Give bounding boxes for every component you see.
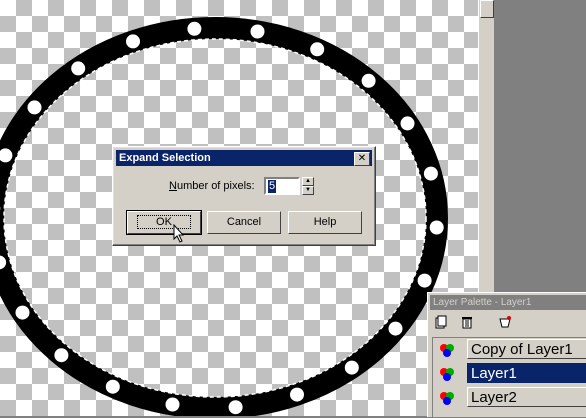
new-layer-icon[interactable] (434, 315, 448, 331)
spin-down-icon[interactable]: ▼ (302, 186, 314, 195)
ring-dot (418, 274, 432, 288)
layer-palette-title[interactable]: Layer Palette - Layer1 (430, 295, 586, 310)
pixels-value: 5 (268, 180, 276, 193)
ring-dot (424, 167, 438, 181)
layer-visibility-icon[interactable] (439, 342, 455, 358)
ring-dot (126, 34, 140, 48)
mouse-cursor-icon (173, 224, 187, 244)
ring-dot (401, 116, 415, 130)
layer-row-selected[interactable]: Layer1 (433, 362, 586, 384)
ring-dot (345, 361, 359, 375)
label-text: umber of pixels: (177, 180, 255, 192)
pixels-field-label: Number of pixels: (169, 180, 255, 192)
ring-dot (290, 388, 304, 402)
layer-visibility-icon[interactable] (439, 366, 455, 382)
layer-name: Copy of Layer1 (467, 339, 586, 359)
vertical-scrollbar[interactable] (478, 0, 495, 292)
cancel-button[interactable]: Cancel (207, 211, 281, 234)
close-icon[interactable]: ✕ (354, 152, 370, 166)
layer-name: Layer1 (467, 363, 586, 383)
layer-visibility-icon[interactable] (439, 390, 455, 406)
help-button[interactable]: Help (288, 211, 362, 234)
ok-button[interactable]: OK (127, 211, 201, 234)
ring-dot (106, 380, 120, 394)
spin-up-icon[interactable]: ▲ (302, 177, 314, 186)
ring-dot (310, 42, 324, 56)
layer-list: Copy of Layer1 Layer1 Layer2 (432, 337, 586, 418)
scroll-thumb[interactable] (480, 0, 494, 18)
layer-row[interactable]: Layer2 (433, 386, 586, 408)
expand-selection-dialog: Expand Selection ✕ Number of pixels: 5 ▲… (112, 146, 376, 246)
ring-dot (16, 306, 30, 320)
pixels-input[interactable]: 5 (264, 177, 300, 195)
pixels-spinner[interactable]: ▲ ▼ (302, 177, 314, 195)
delete-layer-icon[interactable] (460, 315, 474, 331)
layer-palette: Layer Palette - Layer1 Copy of Layer1 La… (427, 292, 586, 417)
ring-dot (229, 400, 243, 414)
dialog-title-bar[interactable]: Expand Selection ✕ (116, 150, 372, 166)
ring-dot (251, 25, 265, 39)
layer-row[interactable]: Copy of Layer1 (433, 338, 586, 360)
workspace-background (494, 0, 586, 292)
ring-dot (54, 348, 68, 362)
ring-dot (166, 398, 180, 412)
ring-dot (71, 61, 85, 75)
ring-dot (362, 74, 376, 88)
ring-dot (28, 100, 42, 114)
layer-name: Layer2 (467, 387, 586, 407)
dialog-title: Expand Selection (119, 152, 211, 164)
ring-dot (187, 22, 201, 36)
label-accelerator: N (169, 180, 177, 192)
ring-dot (389, 322, 403, 336)
mask-icon[interactable] (498, 315, 512, 331)
ring-dot (430, 221, 444, 235)
